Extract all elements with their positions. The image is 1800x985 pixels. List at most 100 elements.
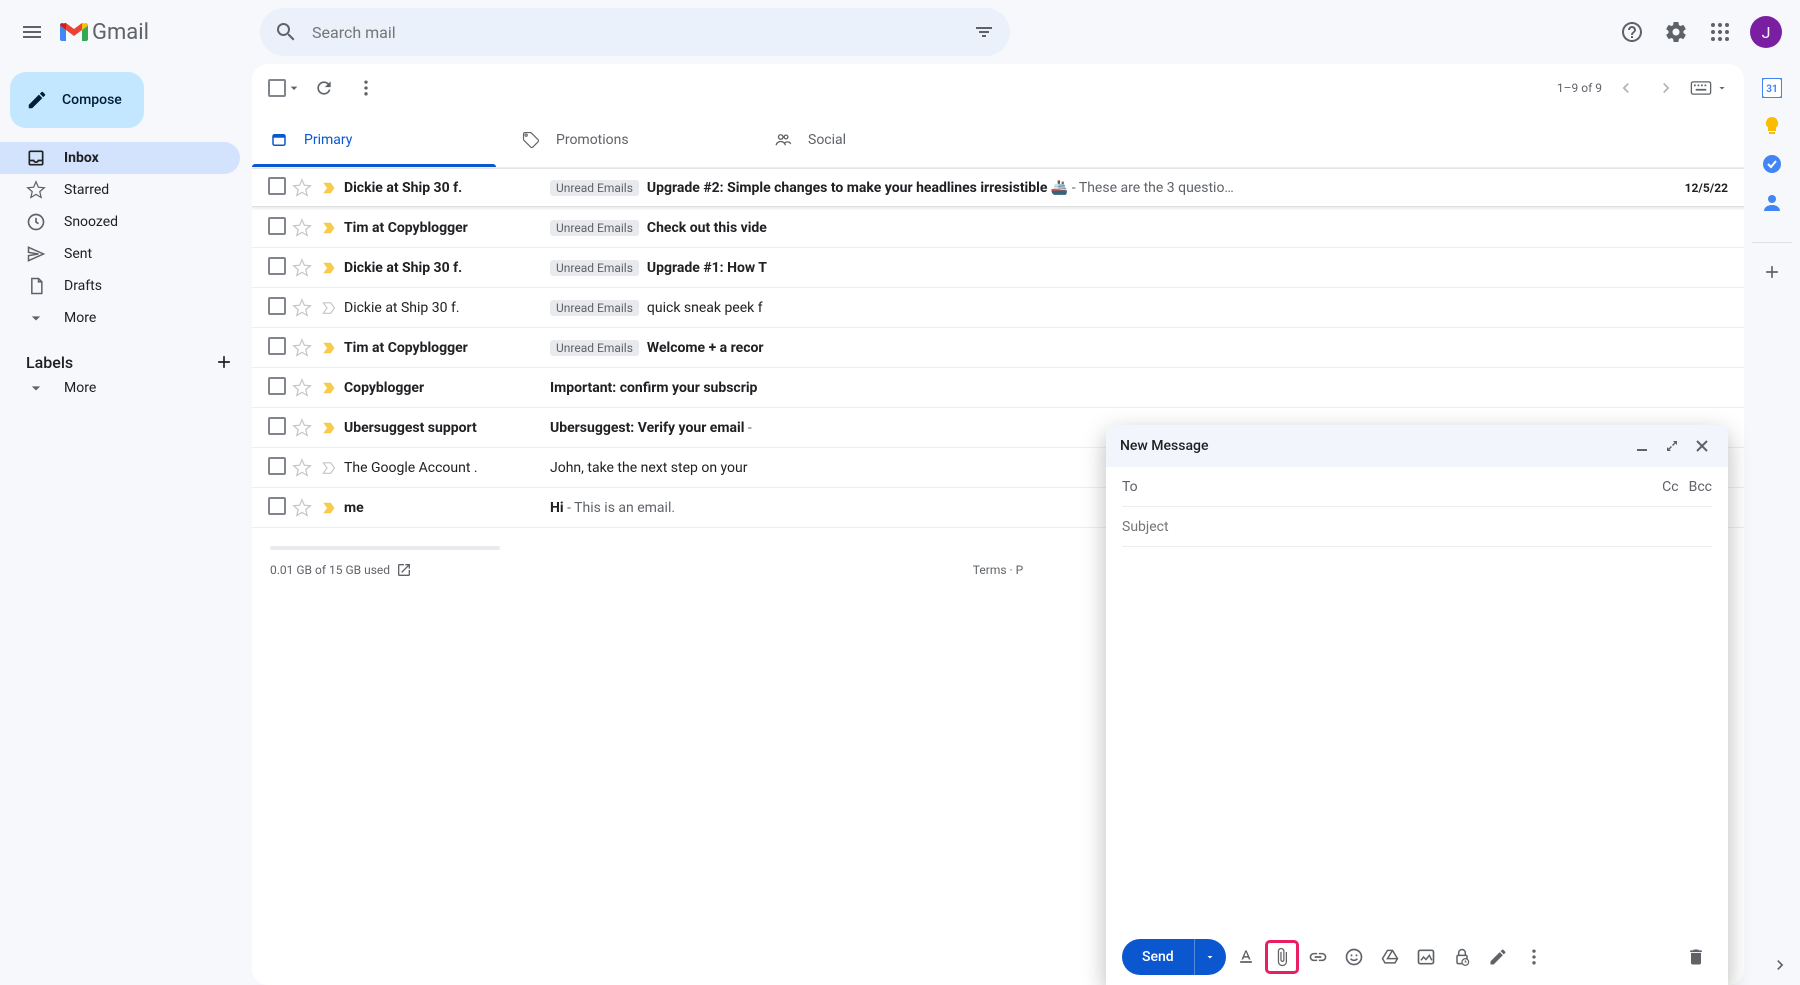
email-row[interactable]: Tim at CopybloggerUnread EmailsWelcome +… (252, 328, 1744, 368)
importance-marker[interactable] (316, 339, 344, 357)
row-checkbox[interactable] (268, 337, 288, 359)
open-in-new-icon[interactable] (396, 562, 412, 578)
fullscreen-button[interactable] (1660, 434, 1684, 458)
refresh-button[interactable] (304, 68, 344, 108)
importance-marker[interactable] (316, 419, 344, 437)
email-row[interactable]: Dickie at Ship 30 f.Unread Emailsquick s… (252, 288, 1744, 328)
minimize-button[interactable] (1630, 434, 1654, 458)
to-input[interactable] (1148, 479, 1662, 495)
main-menu-button[interactable] (8, 8, 56, 56)
pen-icon (1488, 947, 1508, 967)
caret-down-icon (1204, 951, 1216, 963)
insert-emoji-button[interactable] (1338, 941, 1370, 973)
compose-body[interactable] (1106, 547, 1728, 929)
insert-photo-button[interactable] (1410, 941, 1442, 973)
more-actions-button[interactable] (346, 68, 386, 108)
sidebar-item-more[interactable]: More (0, 302, 240, 334)
star-button[interactable] (288, 258, 316, 278)
get-addons-button[interactable] (1752, 242, 1792, 282)
row-checkbox[interactable] (268, 217, 288, 239)
row-checkbox[interactable] (268, 377, 288, 399)
star-button[interactable] (288, 378, 316, 398)
apps-button[interactable] (1700, 12, 1740, 52)
insert-link-button[interactable] (1302, 941, 1334, 973)
star-button[interactable] (288, 498, 316, 518)
importance-marker[interactable] (316, 499, 344, 517)
sidebar-item-snoozed[interactable]: Snoozed (0, 206, 240, 238)
insert-signature-button[interactable] (1482, 941, 1514, 973)
tasks-app-icon[interactable] (1762, 154, 1782, 174)
tab-promotions[interactable]: Promotions (504, 112, 756, 167)
help-button[interactable] (1612, 12, 1652, 52)
caret-down-icon (1716, 82, 1728, 94)
insert-drive-button[interactable] (1374, 941, 1406, 973)
star-button[interactable] (288, 218, 316, 238)
labels-heading: Labels (26, 353, 73, 372)
compose-button[interactable]: Compose (10, 72, 144, 128)
next-page-button[interactable] (1650, 72, 1682, 104)
star-icon (292, 378, 312, 398)
tab-social[interactable]: Social (756, 112, 1008, 167)
bcc-button[interactable]: Bcc (1689, 479, 1712, 495)
sidebar-labels-more[interactable]: More (0, 372, 240, 404)
email-row[interactable]: CopybloggerImportant: confirm your subsc… (252, 368, 1744, 408)
row-checkbox[interactable] (268, 417, 288, 439)
email-row[interactable]: Dickie at Ship 30 f.Unread EmailsUpgrade… (252, 168, 1744, 208)
sidebar-item-inbox[interactable]: Inbox (0, 142, 240, 174)
footer-terms[interactable]: Terms · P (973, 563, 1023, 577)
row-checkbox[interactable] (268, 177, 288, 199)
pagination-text: 1–9 of 9 (1557, 81, 1602, 95)
row-subject: Unread Emailsquick sneak peek f (550, 300, 1648, 316)
importance-marker[interactable] (316, 459, 344, 477)
discard-draft-button[interactable] (1680, 941, 1712, 973)
gmail-logo[interactable]: Gmail (60, 20, 149, 45)
importance-marker[interactable] (316, 259, 344, 277)
row-checkbox[interactable] (268, 457, 288, 479)
keep-app-icon[interactable] (1762, 116, 1782, 136)
row-sender: Tim at Copyblogger (344, 340, 550, 356)
search-bar[interactable] (260, 8, 1010, 56)
prev-page-button[interactable] (1610, 72, 1642, 104)
star-button[interactable] (288, 338, 316, 358)
importance-marker[interactable] (316, 219, 344, 237)
importance-marker[interactable] (316, 299, 344, 317)
star-button[interactable] (288, 178, 316, 198)
importance-icon (321, 419, 339, 437)
confidential-mode-button[interactable] (1446, 941, 1478, 973)
select-all-checkbox[interactable] (268, 79, 302, 97)
email-row[interactable]: Dickie at Ship 30 f.Unread EmailsUpgrade… (252, 248, 1744, 288)
sidebar-item-sent[interactable]: Sent (0, 238, 240, 270)
compose-header[interactable]: New Message (1106, 425, 1728, 467)
settings-button[interactable] (1656, 12, 1696, 52)
formatting-button[interactable] (1230, 941, 1262, 973)
row-checkbox[interactable] (268, 497, 288, 519)
add-label-button[interactable] (214, 352, 234, 372)
close-button[interactable] (1690, 434, 1714, 458)
input-tools-button[interactable] (1690, 81, 1728, 95)
contacts-app-icon[interactable] (1762, 192, 1782, 212)
calendar-app-icon[interactable]: 31 (1762, 78, 1782, 98)
cc-button[interactable]: Cc (1662, 479, 1678, 495)
compose-to-field[interactable]: To Cc Bcc (1122, 467, 1712, 507)
email-row[interactable]: Tim at CopybloggerUnread EmailsCheck out… (252, 208, 1744, 248)
sidebar-item-starred[interactable]: Starred (0, 174, 240, 206)
sidebar-item-drafts[interactable]: Drafts (0, 270, 240, 302)
send-button[interactable]: Send (1122, 949, 1194, 965)
compose-more-button[interactable] (1518, 941, 1550, 973)
star-button[interactable] (288, 458, 316, 478)
row-checkbox[interactable] (268, 297, 288, 319)
search-options-icon[interactable] (972, 20, 996, 44)
account-avatar[interactable]: J (1750, 16, 1782, 48)
row-checkbox[interactable] (268, 257, 288, 279)
hide-side-panel-button[interactable] (1770, 955, 1790, 975)
importance-marker[interactable] (316, 179, 344, 197)
attach-file-button[interactable] (1266, 941, 1298, 973)
importance-marker[interactable] (316, 379, 344, 397)
search-input[interactable] (312, 23, 972, 42)
star-button[interactable] (288, 418, 316, 438)
tab-primary[interactable]: Primary (252, 112, 504, 167)
star-button[interactable] (288, 298, 316, 318)
compose-subject-field[interactable] (1122, 507, 1712, 547)
subject-input[interactable] (1122, 519, 1712, 535)
send-options-button[interactable] (1194, 939, 1226, 975)
